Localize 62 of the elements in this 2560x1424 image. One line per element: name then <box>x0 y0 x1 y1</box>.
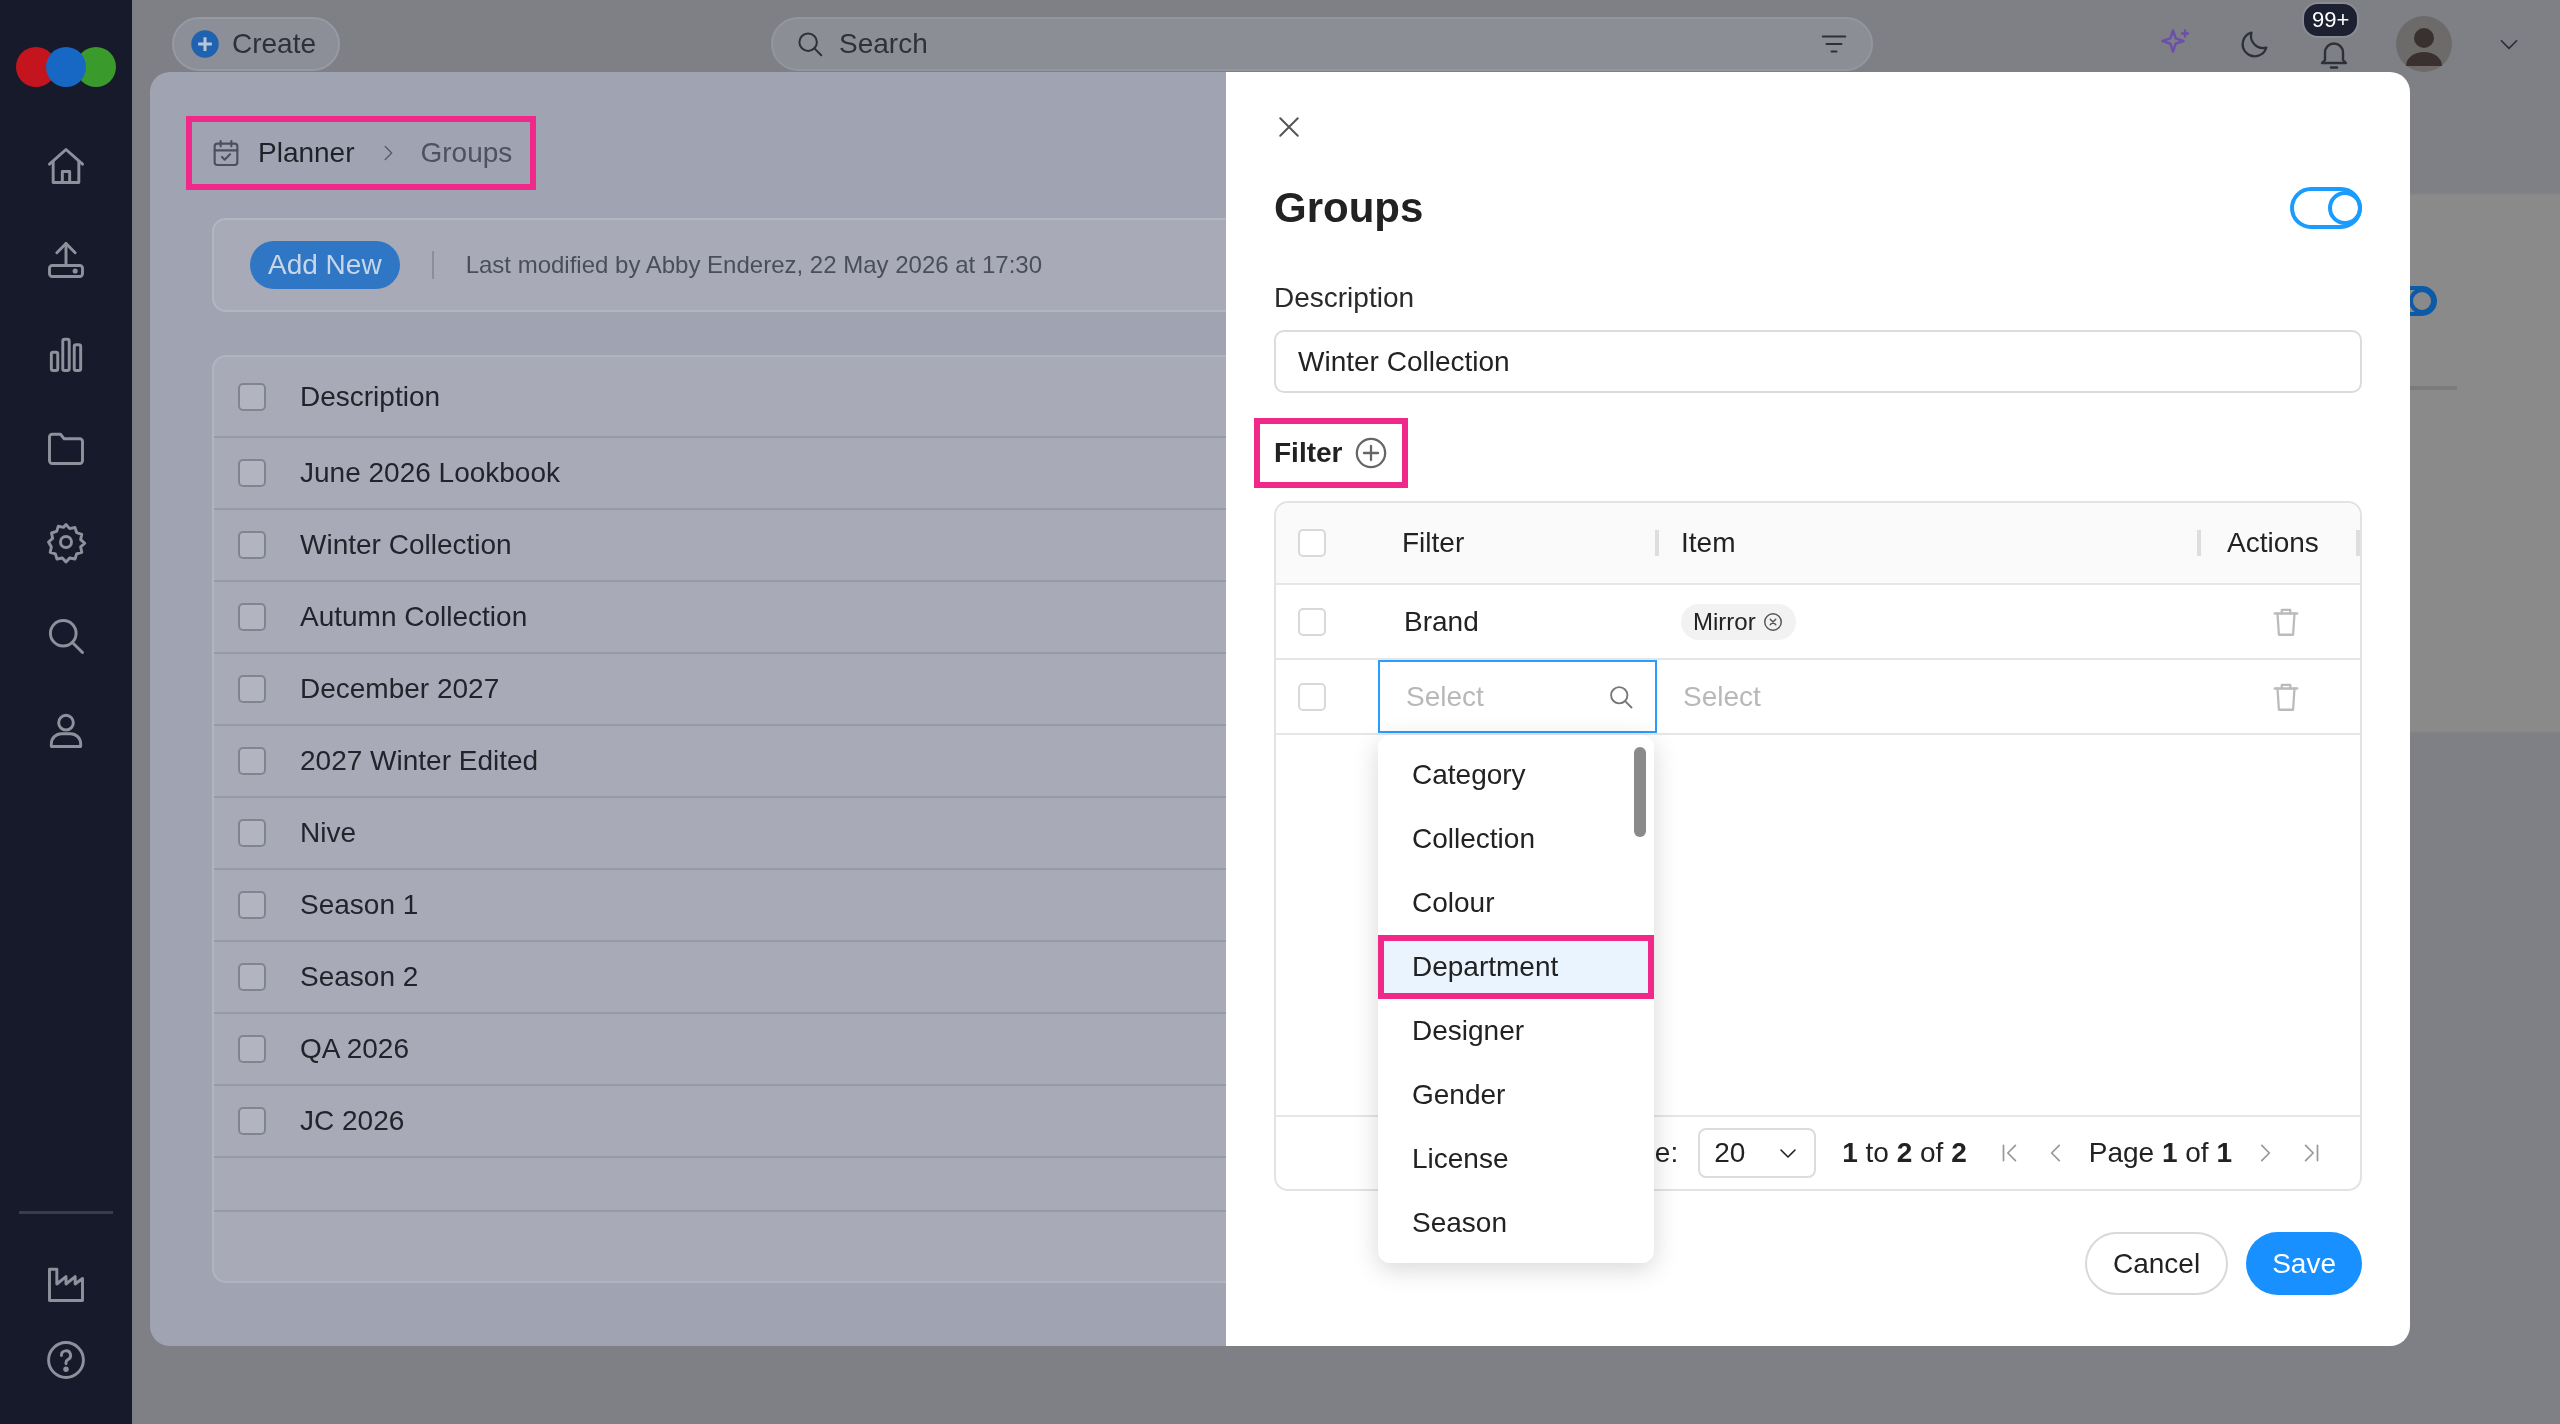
toggle-switch[interactable] <box>2290 187 2362 229</box>
dropdown-option[interactable]: Category <box>1378 743 1654 807</box>
dropdown-option[interactable]: Department <box>1378 935 1654 999</box>
column-header: Description <box>300 380 441 413</box>
page-size-select[interactable]: 20 <box>1698 1128 1817 1178</box>
checkbox[interactable] <box>238 819 266 847</box>
item-select-field[interactable]: Select <box>1681 679 1985 714</box>
checkbox[interactable] <box>238 1035 266 1063</box>
scrollbar-thumb[interactable] <box>1634 747 1646 837</box>
checkbox[interactable] <box>238 1107 266 1135</box>
table-cell: June 2026 Lookbook <box>300 457 560 489</box>
cancel-button[interactable]: Cancel <box>2085 1232 2229 1295</box>
tag-label: Mirror <box>1693 607 1756 636</box>
checkbox[interactable] <box>238 382 266 411</box>
column-header[interactable]: Filter <box>1402 527 1465 559</box>
checkbox[interactable] <box>238 963 266 991</box>
table-cell-text: Brand <box>1403 605 1479 638</box>
checkbox[interactable] <box>238 747 266 775</box>
page-indicator: Page 1 of 1 <box>2088 1137 2232 1169</box>
table-cell: 2027 Winter Edited <box>300 745 539 777</box>
notification-badge: 99+ <box>2302 2 2360 38</box>
dropdown-option[interactable]: Gender <box>1378 1063 1654 1127</box>
select-field[interactable]: Select <box>1404 679 1607 714</box>
table-cell: Season 2 <box>300 961 419 993</box>
table-cell: Nive <box>300 817 356 849</box>
column-header[interactable]: Actions <box>2227 527 2319 559</box>
table-cell: QA 2026 <box>300 1033 409 1065</box>
logo[interactable] <box>14 45 118 89</box>
plus-icon <box>190 29 220 59</box>
page-range-text: 1 to 2 of 2 <box>1842 1137 1967 1169</box>
page-size-label: e: <box>1654 1137 1679 1169</box>
filter-label: Filter <box>1274 437 1343 469</box>
checkbox[interactable] <box>238 675 266 703</box>
filter-select[interactable]: Select <box>1378 660 1657 733</box>
table-cell: December 2027 <box>300 673 500 705</box>
dropdown-option[interactable]: Designer <box>1378 999 1654 1063</box>
breadcrumb-link[interactable]: Planner <box>258 137 355 169</box>
create-button[interactable]: Create <box>172 17 341 71</box>
dropdown-option[interactable]: Colour <box>1378 871 1654 935</box>
checkbox[interactable] <box>238 459 266 487</box>
table-cell: Season 1 <box>300 889 419 921</box>
field-label: Description <box>1274 282 1416 314</box>
checkbox[interactable] <box>238 603 266 631</box>
help-icon[interactable] <box>44 1338 88 1382</box>
search-field[interactable]: Search <box>837 27 1808 61</box>
last-modified-text: Last modified by Abby Enderez, 22 May 2026 at 17:30 <box>465 251 1042 279</box>
avatar[interactable] <box>2396 16 2452 72</box>
checkbox[interactable] <box>238 531 266 559</box>
drawer-title: Groups <box>1274 184 1424 232</box>
add-icon[interactable] <box>1354 436 1389 470</box>
checkbox[interactable] <box>238 891 266 919</box>
table-cell: Autumn Collection <box>300 601 528 633</box>
description-field[interactable]: Winter Collection <box>1274 330 2362 393</box>
remove-icon[interactable] <box>1761 610 1784 633</box>
dropdown-option[interactable]: License <box>1378 1127 1654 1191</box>
dropdown-option[interactable]: Collection <box>1378 807 1654 871</box>
table-cell: JC 2026 <box>300 1105 405 1137</box>
search-bar[interactable]: Search <box>771 17 1874 71</box>
column-header[interactable]: Item <box>1681 527 1736 559</box>
table-cell: Winter Collection <box>300 529 512 561</box>
settings-icon[interactable] <box>44 520 88 564</box>
dropdown-option[interactable]: Season <box>1378 1191 1654 1255</box>
